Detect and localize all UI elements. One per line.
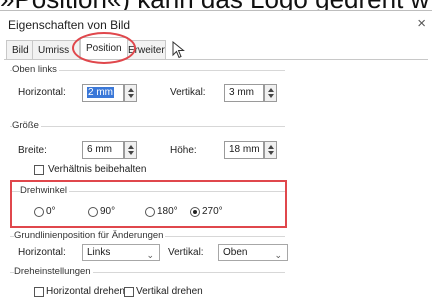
grundlinie-horizontal-select[interactable]: Links ⌄ (82, 244, 160, 261)
keep-ratio-label: Verhältnis beibehalten (48, 164, 147, 175)
horizontal-flip-label: Horizontal drehen (46, 286, 125, 297)
hoehe-stepper[interactable] (264, 141, 277, 159)
horizontal-label: Horizontal: (18, 87, 66, 98)
horizontal-stepper[interactable] (124, 84, 137, 102)
breite-label: Breite: (18, 145, 47, 156)
horizontal-field[interactable]: 2 mm (82, 84, 124, 102)
group-label-dreheinstellungen: Dreheinstellungen (14, 266, 93, 277)
hoehe-label: Höhe: (170, 145, 197, 156)
close-icon[interactable]: × (417, 15, 426, 32)
horizontal-flip-checkbox[interactable] (34, 287, 44, 297)
hoehe-field[interactable]: 18 mm (224, 141, 264, 159)
tab-divider (4, 59, 428, 60)
group-divider (10, 126, 285, 127)
breite-field[interactable]: 6 mm (82, 141, 124, 159)
mouse-cursor-icon (172, 41, 185, 59)
window-title: Eigenschaften von Bild (8, 18, 131, 32)
chevron-down-icon: ⌄ (274, 250, 282, 260)
group-label-groesse: Größe (12, 120, 41, 131)
vertikal-stepper[interactable] (264, 84, 277, 102)
grundlinie-vertikal-value: Oben (223, 247, 248, 258)
horizontal-field-value: 2 mm (87, 87, 114, 98)
chevron-down-icon: ⌄ (146, 250, 154, 260)
group-label-oben-links: Oben links (12, 64, 59, 75)
drehwinkel-highlight-box (10, 180, 287, 228)
group-label-grundlinie: Grundlinienposition für Änderungen (14, 230, 166, 241)
vertical-flip-checkbox[interactable] (124, 287, 134, 297)
tab-highlight-oval (72, 32, 136, 64)
grundlinie-horizontal-label: Horizontal: (18, 247, 66, 258)
vertikal-label: Vertikal: (170, 87, 206, 98)
vertical-flip-label: Vertikal drehen (136, 286, 203, 297)
tab-bild[interactable]: Bild (6, 40, 35, 59)
breite-stepper[interactable] (124, 141, 137, 159)
grundlinie-vertikal-select[interactable]: Oben ⌄ (218, 244, 288, 261)
grundlinie-vertikal-label: Vertikal: (168, 247, 204, 258)
title-bar: Eigenschaften von Bild × (0, 11, 432, 39)
grundlinie-horizontal-value: Links (87, 247, 111, 258)
image-properties-dialog: Eigenschaften von Bild × Bild Umriss Erw… (0, 10, 432, 302)
keep-ratio-checkbox[interactable] (34, 165, 44, 175)
vertikal-field[interactable]: 3 mm (224, 84, 264, 102)
